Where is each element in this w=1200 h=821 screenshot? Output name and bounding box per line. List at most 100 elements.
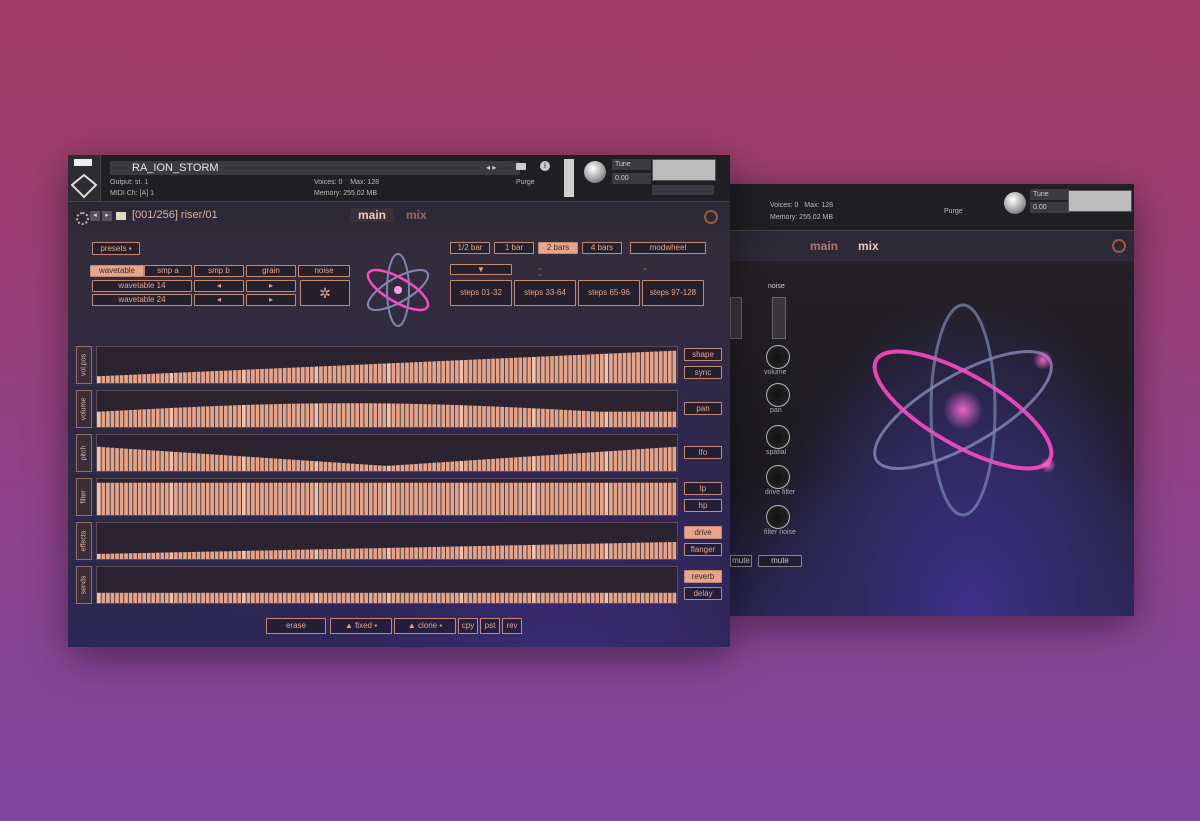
step-bar[interactable] <box>337 403 341 427</box>
step-bar[interactable] <box>115 482 119 515</box>
step-bar[interactable] <box>142 552 147 559</box>
step-bar[interactable] <box>246 404 251 427</box>
step-bar[interactable] <box>364 464 369 471</box>
step-bar[interactable] <box>627 411 631 427</box>
step-bar[interactable] <box>269 592 273 603</box>
step-bar[interactable] <box>314 592 319 603</box>
step-bar[interactable] <box>196 482 201 515</box>
step-bar[interactable] <box>550 454 554 471</box>
step-bar[interactable] <box>237 592 242 603</box>
step-bar[interactable] <box>504 358 509 383</box>
step-bar[interactable] <box>613 411 618 427</box>
step-bar[interactable] <box>355 403 359 427</box>
step-bar[interactable] <box>532 544 536 559</box>
step-bar[interactable] <box>328 482 332 515</box>
step-bar[interactable] <box>667 542 672 559</box>
step-bar[interactable] <box>282 459 287 471</box>
step-bar[interactable] <box>210 406 214 427</box>
step-bar[interactable] <box>400 482 405 515</box>
step-bar[interactable] <box>522 407 527 427</box>
step-bar[interactable] <box>337 462 341 471</box>
wave-b-prev-button[interactable]: ◂ <box>194 294 244 306</box>
step-bar[interactable] <box>541 356 545 383</box>
lane-label-filter[interactable]: filter <box>76 478 92 516</box>
step-bar[interactable] <box>649 592 654 603</box>
step-bar[interactable] <box>373 548 378 559</box>
step-bar[interactable] <box>151 592 156 603</box>
step-bar[interactable] <box>296 367 301 383</box>
step-bar[interactable] <box>219 370 224 383</box>
step-bar[interactable] <box>477 459 482 471</box>
lane-vol-pos[interactable] <box>96 346 678 384</box>
step-bar[interactable] <box>563 592 568 603</box>
step-bar[interactable] <box>545 356 550 383</box>
step-bar[interactable] <box>341 548 346 559</box>
step-bar[interactable] <box>146 482 151 515</box>
step-bar[interactable] <box>504 407 509 427</box>
step-bar[interactable] <box>391 592 396 603</box>
step-bar[interactable] <box>627 482 631 515</box>
step-bar[interactable] <box>477 482 482 515</box>
step-bar[interactable] <box>590 592 595 603</box>
step-bar[interactable] <box>169 552 174 559</box>
step-bar[interactable] <box>119 410 124 428</box>
step-bar[interactable] <box>364 482 369 515</box>
step-bar[interactable] <box>604 482 609 515</box>
step-bar[interactable] <box>504 457 509 471</box>
step-bar[interactable] <box>581 482 586 515</box>
step-bar[interactable] <box>459 405 464 427</box>
step-bar[interactable] <box>210 551 214 559</box>
step-bar[interactable] <box>454 461 459 471</box>
step-bar[interactable] <box>364 403 369 427</box>
step-bar[interactable] <box>264 550 269 559</box>
step-bar[interactable] <box>513 407 518 427</box>
step-bar[interactable] <box>454 360 459 383</box>
step-bar[interactable] <box>550 544 554 559</box>
step-bar[interactable] <box>541 455 545 471</box>
mix-tab-main[interactable]: main <box>810 239 838 253</box>
step-bar[interactable] <box>450 592 455 603</box>
step-bar[interactable] <box>640 352 645 383</box>
step-bar[interactable] <box>192 482 196 515</box>
step-bar[interactable] <box>581 592 586 603</box>
step-bar[interactable] <box>187 372 192 383</box>
step-bar[interactable] <box>273 404 278 427</box>
step-bar[interactable] <box>387 403 391 427</box>
step-bar[interactable] <box>554 592 559 603</box>
step-bar[interactable] <box>142 449 147 471</box>
step-bar[interactable] <box>106 482 110 515</box>
step-bar[interactable] <box>382 403 387 427</box>
step-bar[interactable] <box>627 542 631 559</box>
step-bar[interactable] <box>346 548 350 559</box>
step-bar[interactable] <box>228 405 233 427</box>
step-bar[interactable] <box>164 408 169 427</box>
level-slider[interactable] <box>652 185 714 195</box>
step-bar[interactable] <box>572 482 577 515</box>
step-bar[interactable] <box>468 359 473 383</box>
step-bar[interactable] <box>450 546 455 559</box>
step-bar[interactable] <box>645 448 649 471</box>
step-bar[interactable] <box>228 455 233 471</box>
step-bar[interactable] <box>441 404 446 427</box>
step-bar[interactable] <box>550 482 554 515</box>
step-bar[interactable] <box>572 592 577 603</box>
step-bar[interactable] <box>264 368 269 383</box>
step-bar[interactable] <box>495 406 500 427</box>
step-bar[interactable] <box>500 482 504 515</box>
step-bar[interactable] <box>636 542 640 559</box>
step-bar[interactable] <box>260 457 264 471</box>
step-bar[interactable] <box>441 546 446 559</box>
step-bar[interactable] <box>468 546 473 559</box>
step-bar[interactable] <box>473 405 477 427</box>
tune-value[interactable]: 0.00 <box>612 173 651 184</box>
step-page-2[interactable]: steps 33-64 <box>514 280 576 306</box>
step-bar[interactable] <box>128 448 133 471</box>
step-bar[interactable] <box>396 362 400 383</box>
step-bar[interactable] <box>414 403 418 427</box>
step-bar[interactable] <box>223 405 228 427</box>
step-bar[interactable] <box>391 363 396 383</box>
paste-button[interactable]: pst <box>480 618 500 634</box>
step-bar[interactable] <box>649 482 654 515</box>
step-bar[interactable] <box>473 359 477 383</box>
step-bar[interactable] <box>667 592 672 603</box>
